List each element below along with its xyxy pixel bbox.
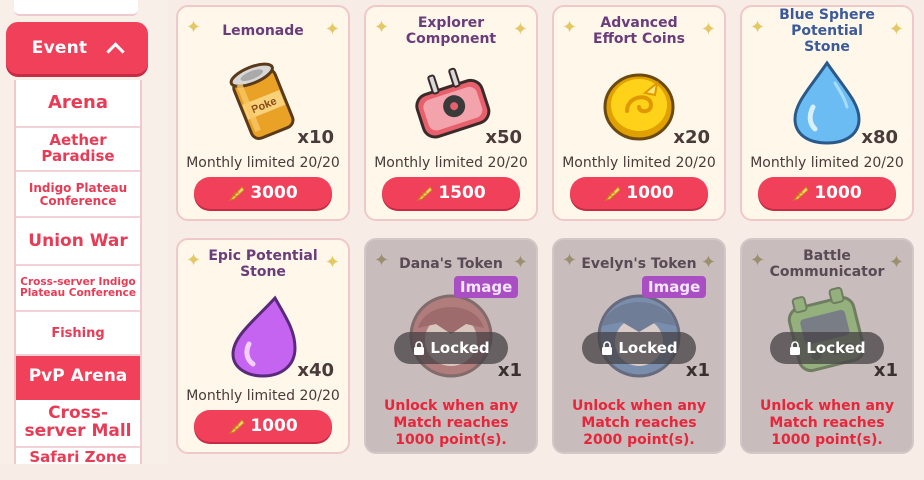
chevron-up-icon xyxy=(106,41,125,61)
price-value: 1000 xyxy=(626,183,674,203)
buy-button[interactable]: 1500 xyxy=(382,177,520,209)
item-name: Blue Sphere Potential Stone xyxy=(779,6,875,56)
buy-button[interactable]: 1000 xyxy=(194,410,332,442)
locked-badge: Locked xyxy=(770,332,884,364)
item-name: Explorer Component xyxy=(405,14,497,47)
star-icon: ✦ xyxy=(750,17,766,38)
unlock-condition: Unlock when any Match reaches 1000 point… xyxy=(759,398,894,448)
unlock-condition: Unlock when any Match reaches 1000 point… xyxy=(383,398,518,448)
sidebar-item-indigo-plateau-conference[interactable]: Indigo Plateau Conference xyxy=(16,174,140,218)
shop-item-card-locked[interactable]: ✦ ✦ Battle Communicator Locked x1 Unlock… xyxy=(740,238,914,454)
feather-currency-icon xyxy=(416,186,433,201)
sidebar-item-label: Cross-server Mall xyxy=(24,403,132,441)
item-name: Epic Potential Stone xyxy=(208,247,318,280)
purchase-limit: Monthly limited 20/20 xyxy=(750,155,904,171)
shop-item-card[interactable]: ✦ ✦ Epic Potential Stone x40 Monthly lim… xyxy=(176,238,350,454)
locked-label: Locked xyxy=(430,339,490,357)
sidebar-item-label: Union War xyxy=(28,231,128,252)
shop-item-card-locked[interactable]: ✦ ✦ Evelyn's Token Image Locked x1 Unloc… xyxy=(552,238,726,454)
item-quantity: x1 xyxy=(497,360,522,381)
sidebar-top-edge xyxy=(14,0,138,16)
locked-badge: Locked xyxy=(582,332,696,364)
buy-button[interactable]: 3000 xyxy=(194,177,332,209)
sidebar-item-label: Arena xyxy=(48,91,108,113)
sidebar-item-fishing[interactable]: Fishing xyxy=(16,314,140,356)
locked-label: Locked xyxy=(806,339,866,357)
star-icon: ✦ xyxy=(888,252,904,273)
item-quantity: x20 xyxy=(673,127,710,148)
sidebar-item-aether-paradise[interactable]: Aether Paradise xyxy=(16,128,140,172)
purchase-limit: Monthly limited 20/20 xyxy=(186,388,340,404)
buy-button[interactable]: 1000 xyxy=(570,177,708,209)
sidebar-list: Arena Aether Paradise Indigo Plateau Con… xyxy=(14,80,142,465)
sidebar-item-arena[interactable]: Arena xyxy=(16,80,140,128)
price-value: 1000 xyxy=(814,183,862,203)
image-tag: Image xyxy=(642,276,707,298)
sidebar-item-safari-zone[interactable]: Safari Zone xyxy=(16,448,140,480)
purchase-limit: Monthly limited 20/20 xyxy=(562,155,716,171)
purchase-limit: Monthly limited 20/20 xyxy=(374,155,528,171)
feather-currency-icon xyxy=(228,419,245,434)
item-quantity: x40 xyxy=(297,360,334,381)
star-icon: ✦ xyxy=(700,19,716,40)
feather-currency-icon xyxy=(228,186,245,201)
item-name: Advanced Effort Coins xyxy=(593,14,685,47)
star-icon: ✦ xyxy=(324,252,340,273)
locked-label: Locked xyxy=(618,339,678,357)
sidebar-item-pvp-arena[interactable]: PvP Arena xyxy=(16,356,140,400)
item-quantity: x50 xyxy=(485,127,522,148)
purchase-limit: Monthly limited 20/20 xyxy=(186,155,340,171)
star-icon: ✦ xyxy=(512,252,528,273)
lock-icon xyxy=(602,341,613,355)
star-icon: ✦ xyxy=(374,250,390,271)
star-icon: ✦ xyxy=(750,250,766,271)
battle-communicator-icon xyxy=(787,286,866,373)
item-quantity: x80 xyxy=(861,127,898,148)
feather-currency-icon xyxy=(604,186,621,201)
sidebar-item-union-war[interactable]: Union War xyxy=(16,220,140,266)
feather-currency-icon xyxy=(792,186,809,201)
star-icon: ✦ xyxy=(374,17,390,38)
price-value: 1500 xyxy=(438,183,486,203)
image-tag: Image xyxy=(454,276,519,298)
sidebar-item-label: PvP Arena xyxy=(28,366,128,387)
item-quantity: x10 xyxy=(297,127,334,148)
shop-item-card[interactable]: ✦ ✦ Explorer Component x50 Monthly limit… xyxy=(364,5,538,221)
shop-item-card[interactable]: ✦ ✦ Lemonade Poke x10 Monthly limited 20… xyxy=(176,5,350,221)
price-value: 1000 xyxy=(250,416,298,436)
star-icon: ✦ xyxy=(186,17,202,38)
star-icon: ✦ xyxy=(324,19,340,40)
star-icon: ✦ xyxy=(512,19,528,40)
sidebar-item-cross-server-indigo-plateau[interactable]: Cross-server Indigo Plateau Conference xyxy=(16,266,140,312)
star-icon: ✦ xyxy=(186,250,202,271)
star-icon: ✦ xyxy=(888,19,904,40)
sidebar-item-cross-server-mall[interactable]: Cross-server Mall xyxy=(16,400,140,448)
shop-item-card-locked[interactable]: ✦ ✦ Dana's Token Image Locked x1 Unlock … xyxy=(364,238,538,454)
lock-icon xyxy=(790,341,801,355)
sidebar-item-label: Cross-server Indigo Plateau Conference xyxy=(20,275,136,299)
shop-item-card[interactable]: ✦ ✦ Blue Sphere Potential Stone x80 Mont… xyxy=(740,5,914,221)
event-category-button[interactable]: Event xyxy=(6,22,148,74)
sidebar-item-label: Fishing xyxy=(51,326,105,342)
sidebar-item-label: Aether Paradise xyxy=(41,131,115,165)
item-quantity: x1 xyxy=(873,360,898,381)
price-value: 3000 xyxy=(250,183,298,203)
star-icon: ✦ xyxy=(562,17,578,38)
unlock-condition: Unlock when any Match reaches 2000 point… xyxy=(571,398,706,448)
locked-badge: Locked xyxy=(394,332,508,364)
item-name: Lemonade xyxy=(222,22,304,39)
item-quantity: x1 xyxy=(685,360,710,381)
item-name: Battle Communicator xyxy=(769,247,885,280)
event-label: Event xyxy=(31,38,88,58)
buy-button[interactable]: 1000 xyxy=(758,177,896,209)
sidebar: Event Arena Aether Paradise Indigo Plate… xyxy=(0,0,168,465)
sidebar-item-label: Indigo Plateau Conference xyxy=(28,181,128,208)
star-icon: ✦ xyxy=(562,250,578,271)
sidebar-item-label: Safari Zone xyxy=(29,448,127,466)
lock-icon xyxy=(414,341,425,355)
shop-item-card[interactable]: ✦ ✦ Advanced Effort Coins x20 Monthly li… xyxy=(552,5,726,221)
star-icon: ✦ xyxy=(700,252,716,273)
